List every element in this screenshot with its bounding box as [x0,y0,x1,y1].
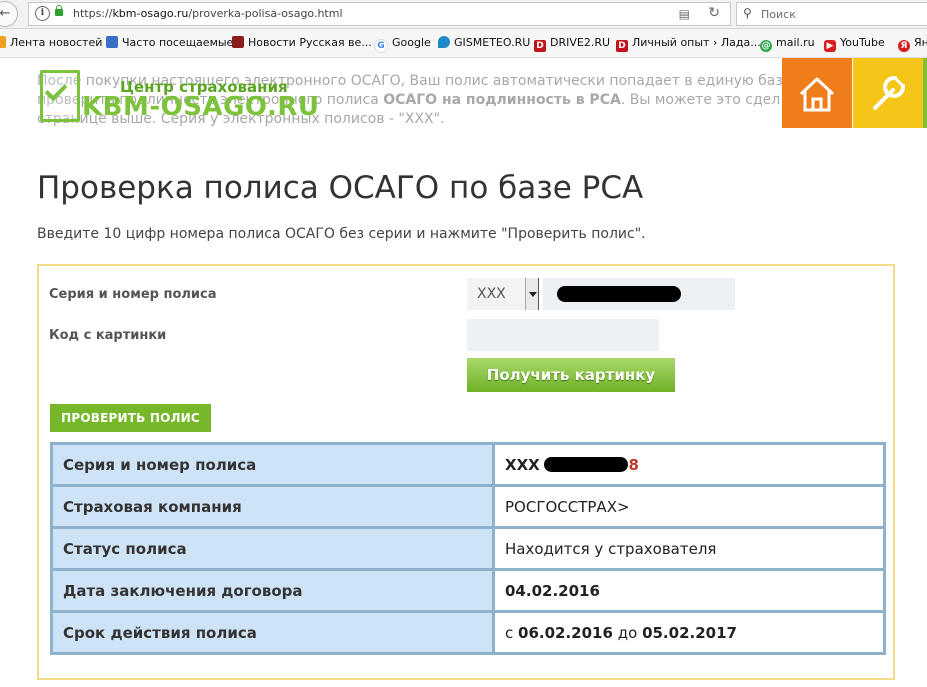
google-icon: G [374,39,388,53]
tools-button[interactable] [853,58,923,128]
url-path: /proverka-polisa-osago.html [188,7,343,20]
home-icon [799,77,835,112]
bookmark-russkaya-vesna[interactable]: Новости Русская ве... [232,36,372,49]
period-start-value: 06.02.2016 [518,623,613,642]
intro-segment: . Вы можете это сдел [620,92,781,108]
address-bar[interactable]: i https://kbm-osago.ru/proverka-polisa-o… [28,2,731,26]
captcha-label: Код с картинки [49,328,167,343]
menu-tile[interactable] [923,58,927,128]
d-icon: D [534,40,546,52]
row-value: с 06.02.2016 до 05.02.2017 [492,610,886,655]
series-number-label: Серия и номер полиса [49,287,217,302]
bookmark-label: Личный опыт › Лада... [632,36,761,49]
row-key: Дата заключения договора [50,568,495,613]
check-policy-button[interactable]: ПРОВЕРИТЬ ПОЛИС [50,404,211,432]
youtube-icon: ▶ [824,40,836,52]
bookmark-most-visited[interactable]: Часто посещаемые [106,36,233,49]
series-select[interactable]: XXX [467,278,539,310]
search-placeholder: Поиск [761,8,796,21]
page-title: Проверка полиса ОСАГО по базе РСА [37,170,644,206]
bookmark-drive2[interactable]: D DRIVE2.RU [534,36,610,52]
get-image-button[interactable]: Получить картинку [467,358,675,392]
rss-icon [0,36,6,48]
table-row: Дата заключения договора 04.02.2016 [50,568,886,613]
period-to-word: до [617,623,638,642]
bookmark-label: Лента новостей [10,36,103,49]
table-row: Статус полиса Находится у страхователя [50,526,886,571]
d-icon: D [616,40,628,52]
bookmark-label: Новости Русская ве... [248,36,372,49]
drop-icon [438,36,450,48]
bookmark-label: Google [392,36,431,49]
period-end-value: 05.02.2017 [642,623,737,642]
dropdown-arrow-icon[interactable] [525,278,539,310]
url-text[interactable]: https://kbm-osago.ru/proverka-polisa-osa… [73,7,343,20]
home-button[interactable] [782,58,852,128]
captcha-input[interactable] [467,319,659,351]
row-key: Статус полиса [50,526,495,571]
instruction-text: Введите 10 цифр номера полиса ОСАГО без … [37,226,646,242]
table-row: Серия и номер полиса XXX 8 [50,442,886,487]
bookmark-label: GISMETEO.RU [454,36,531,49]
wrench-icon [873,75,906,110]
table-row: Срок действия полиса с 06.02.2016 до 05.… [50,610,886,655]
redaction-mark [544,456,629,472]
result-table: Серия и номер полиса XXX 8 Страховая ком… [50,442,886,655]
bookmark-youtube[interactable]: ▶ YouTube [824,36,885,52]
bookmark-mailru[interactable]: @ mail.ru [760,36,815,52]
insurer-value: РОСГОССТРАХ> [492,484,886,529]
mailru-icon: @ [760,40,772,52]
reload-icon[interactable]: ↻ [708,5,720,21]
bookmark-news-feed[interactable]: Лента новостей [0,36,102,49]
policy-number-input[interactable] [543,278,735,310]
search-page-icon [106,36,118,48]
policy-series-value: XXX [505,455,540,474]
page-content: После покупки настоящего электронного ОС… [0,58,927,687]
period-from-word: с [505,623,514,642]
table-row: Страховая компания РОСГОССТРАХ> [50,484,886,529]
row-key: Серия и номер полиса [50,442,495,487]
browser-toolbar: ← i https://kbm-osago.ru/proverka-polisa… [0,0,927,29]
yandex-icon: Я [898,40,910,52]
bookmark-yandex[interactable]: Я Ян [898,36,927,52]
bookmark-label: Ян [914,36,927,49]
row-key: Страховая компания [50,484,495,529]
row-value: XXX 8 [492,442,886,487]
bookmark-gismeteo[interactable]: GISMETEO.RU [438,36,530,49]
bookmark-google[interactable]: G Google [374,36,431,53]
url-prefix: https:// [73,7,113,20]
url-host: kbm-osago.ru [112,7,189,20]
bookmark-lada-experience[interactable]: D Личный опыт › Лада... [616,36,761,52]
news-icon [232,36,244,48]
bookmarks-bar: Лента новостей Часто посещаемые Новости … [0,29,927,58]
row-key: Срок действия полиса [50,610,495,655]
redaction-mark [557,286,681,302]
contract-date-value: 04.02.2016 [505,581,600,600]
bookmark-label: Часто посещаемые [122,36,234,49]
status-value: Находится у страхователя [492,526,886,571]
logo-brand: KBM-OSAGO.RU [82,92,320,122]
lock-icon [55,5,63,16]
bookmark-label: mail.ru [776,36,815,49]
back-arrow-icon[interactable]: ← [0,1,18,27]
row-value: 04.02.2016 [492,568,886,613]
document-icon [40,70,80,122]
search-box[interactable]: ⚲ Поиск [736,2,927,26]
search-icon: ⚲ [743,6,752,20]
policy-number-suffix: 8 [628,455,639,474]
reader-view-icon[interactable]: ▤ [679,7,690,21]
info-icon[interactable]: i [35,6,50,21]
intro-bold-segment: ОСАГО на подлинность в РСА [383,92,621,108]
series-selected-value: XXX [477,286,506,302]
policy-check-form: Серия и номер полиса Код с картинки XXX … [37,264,895,680]
bookmark-label: YouTube [840,36,885,49]
bookmark-label: DRIVE2.RU [550,36,611,49]
